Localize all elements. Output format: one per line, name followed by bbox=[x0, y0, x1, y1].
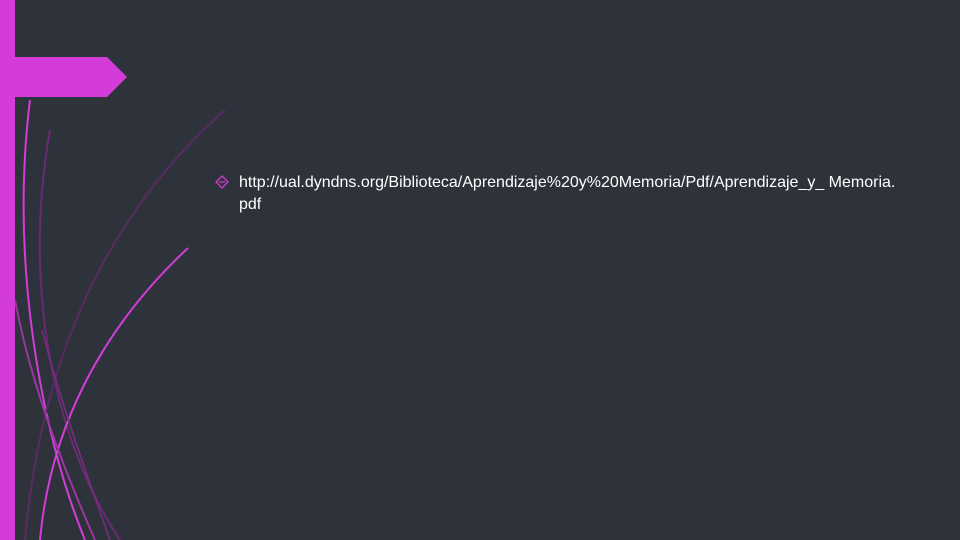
diamond-arrow-bullet-icon bbox=[215, 175, 229, 189]
decorative-curves bbox=[14, 99, 226, 540]
slide: http://ual.dyndns.org/Biblioteca/Aprendi… bbox=[0, 0, 960, 540]
reference-url[interactable]: http://ual.dyndns.org/Biblioteca/Aprendi… bbox=[239, 172, 899, 216]
reference-link-item[interactable]: http://ual.dyndns.org/Biblioteca/Aprendi… bbox=[215, 172, 915, 216]
